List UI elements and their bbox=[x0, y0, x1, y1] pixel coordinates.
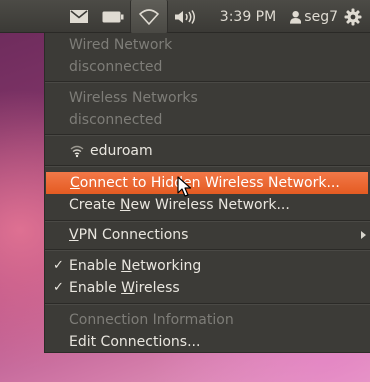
label-part: ew Wireless Network... bbox=[130, 197, 290, 213]
label-part: Enable bbox=[69, 258, 122, 274]
menu-separator bbox=[45, 220, 370, 222]
checkmark-icon: ✓ bbox=[53, 280, 64, 295]
mnemonic-letter: W bbox=[121, 280, 135, 296]
menu-item-eduroam[interactable]: eduroam bbox=[45, 140, 370, 162]
wired-network-header: Wired Network bbox=[69, 37, 173, 53]
mnemonic-letter: C bbox=[70, 175, 80, 191]
mouse-pointer-icon bbox=[177, 176, 192, 197]
envelope-icon bbox=[70, 10, 88, 23]
menu-separator bbox=[45, 134, 370, 136]
menu-separator bbox=[45, 165, 370, 167]
label-part: Create bbox=[69, 197, 120, 213]
top-panel: 3:39 PM seg7 bbox=[0, 0, 370, 33]
menu-item-connect-hidden-network[interactable]: Connect to Hidden Wireless Network... bbox=[46, 172, 368, 194]
clock-indicator[interactable]: 3:39 PM bbox=[208, 0, 288, 33]
menu-separator bbox=[45, 81, 370, 83]
menu-item-vpn-connections[interactable]: VPN Connections bbox=[45, 224, 370, 246]
wired-network-status: disconnected bbox=[69, 59, 163, 75]
label-part: PN Connections bbox=[78, 227, 189, 243]
network-menu: Wired Network disconnected Wireless Netw… bbox=[44, 33, 370, 353]
mnemonic-letter: N bbox=[121, 258, 132, 274]
checkmark-icon: ✓ bbox=[53, 258, 64, 273]
messaging-indicator[interactable] bbox=[64, 0, 94, 33]
speaker-icon bbox=[175, 9, 195, 24]
mnemonic-letter: V bbox=[69, 227, 79, 243]
user-indicator[interactable]: seg7 bbox=[290, 0, 338, 33]
user-name: seg7 bbox=[304, 8, 338, 25]
battery-indicator[interactable] bbox=[98, 0, 128, 33]
menu-item-create-new-network[interactable]: Create New Wireless Network... bbox=[45, 194, 370, 216]
user-icon bbox=[290, 10, 302, 24]
wireless-networks-header: Wireless Networks bbox=[69, 90, 198, 106]
wifi-icon bbox=[139, 8, 159, 25]
power-gear-icon bbox=[344, 8, 362, 25]
menu-item-enable-networking[interactable]: ✓ Enable Networking bbox=[45, 255, 370, 277]
sound-indicator[interactable] bbox=[170, 0, 200, 33]
mnemonic-letter: N bbox=[119, 197, 131, 213]
label-part: onnect to Hidden Wireless Network... bbox=[79, 175, 340, 191]
battery-icon bbox=[102, 11, 124, 22]
wifi-signal-icon bbox=[69, 140, 85, 162]
label-part: Enable bbox=[69, 280, 122, 296]
label-part: etworking bbox=[131, 258, 202, 274]
wireless-networks-status: disconnected bbox=[69, 112, 163, 128]
menu-item-connection-information: Connection Information bbox=[69, 312, 234, 328]
label-part: ireless bbox=[134, 280, 180, 296]
menu-item-enable-wireless[interactable]: ✓ Enable Wireless bbox=[45, 277, 370, 299]
menu-separator bbox=[45, 303, 370, 305]
menu-item-edit-connections[interactable]: Edit Connections... bbox=[45, 331, 370, 353]
submenu-arrow-icon bbox=[361, 231, 366, 239]
session-indicator[interactable] bbox=[338, 0, 368, 33]
menu-separator bbox=[45, 249, 370, 251]
network-name-label: eduroam bbox=[90, 143, 153, 159]
network-indicator[interactable] bbox=[130, 0, 168, 33]
